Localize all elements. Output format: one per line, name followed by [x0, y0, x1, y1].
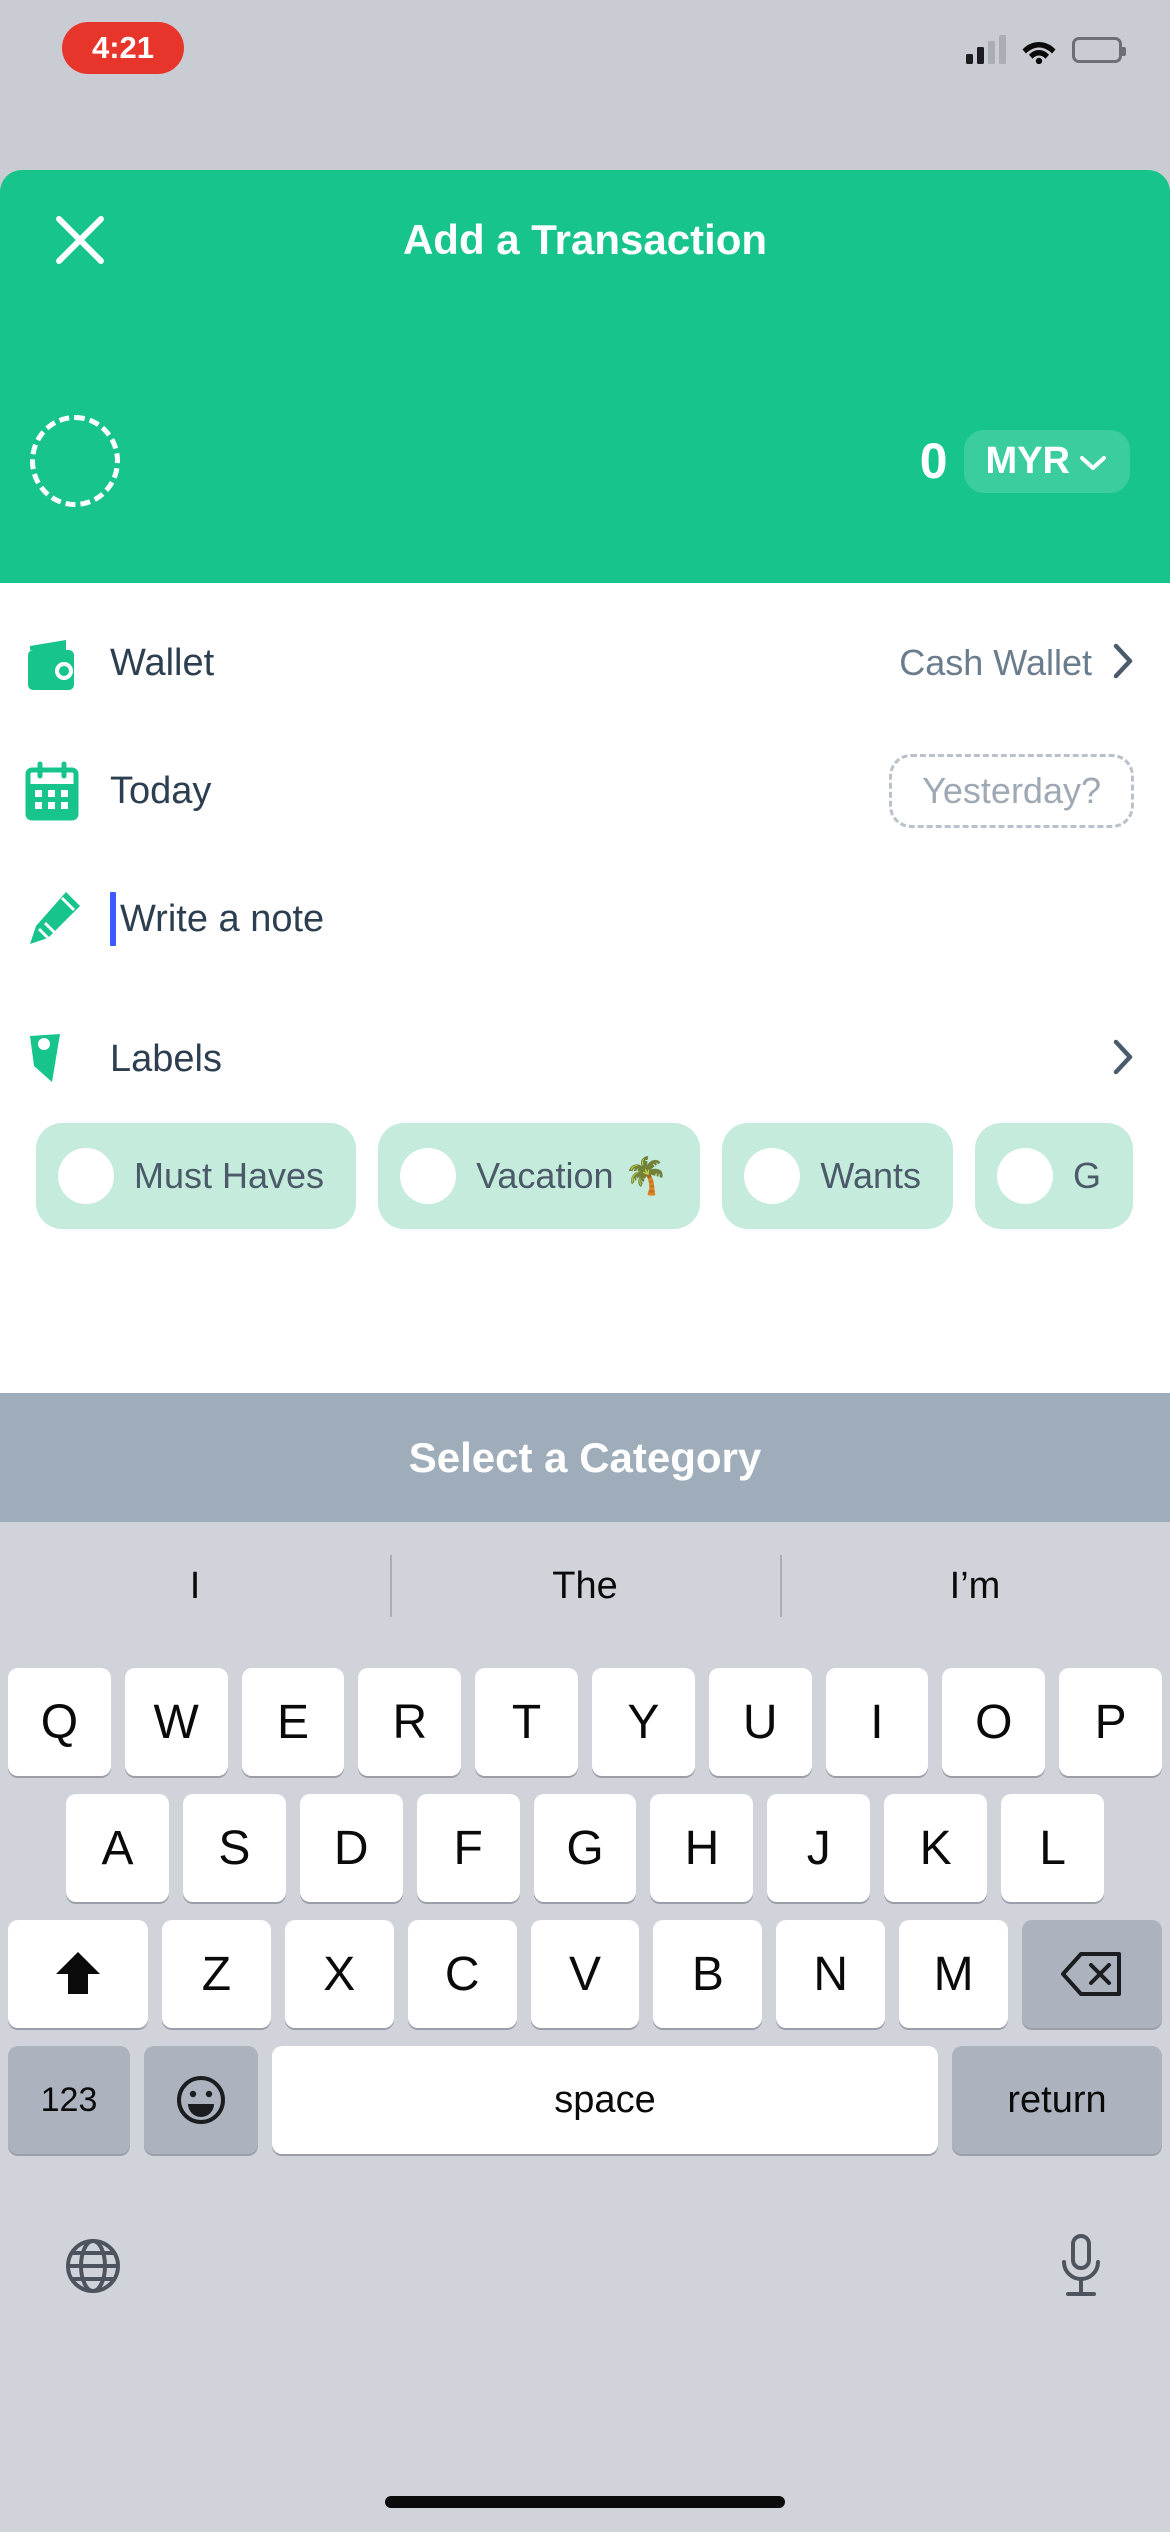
label-chip-text: Wants [820, 1155, 922, 1196]
space-key[interactable]: space [272, 2046, 938, 2154]
label-chip[interactable]: G [975, 1123, 1134, 1229]
key-u[interactable]: U [708, 1668, 812, 1776]
backspace-icon[interactable] [1022, 1920, 1163, 2028]
date-label: Today [110, 769, 212, 812]
key-q[interactable]: Q [8, 1668, 111, 1776]
keyboard-bottom-bar [0, 2178, 1170, 2358]
amount-value[interactable]: 0 [920, 432, 948, 490]
page-title: Add a Transaction [402, 216, 768, 263]
status-bar: 4:21 [0, 0, 1170, 170]
label-chip[interactable]: Vacation 🌴 [378, 1123, 701, 1229]
labels-chevron-group[interactable] [1112, 1038, 1134, 1081]
label-color-dot [997, 1148, 1054, 1204]
labels-row[interactable]: Labels [0, 999, 1170, 1119]
text-cursor [110, 892, 116, 946]
prediction-1[interactable]: The [390, 1565, 780, 1608]
key-b[interactable]: B [653, 1920, 763, 2028]
key-t[interactable]: T [475, 1668, 578, 1776]
shift-arrow-icon[interactable] [8, 1920, 148, 2028]
emoji-smiley-icon[interactable] [144, 2046, 258, 2154]
label-color-dot [744, 1148, 801, 1204]
note-row[interactable]: Write a note [0, 859, 1170, 979]
status-bar-indicators [966, 28, 1126, 72]
label-chip[interactable]: Wants [722, 1123, 954, 1229]
label-chip-text: Vacation 🌴 [476, 1155, 669, 1196]
key-m[interactable]: M [899, 1920, 1009, 2028]
wallet-icon [0, 630, 110, 696]
microphone-icon[interactable] [1054, 2232, 1108, 2305]
key-c[interactable]: C [407, 1920, 517, 2028]
key-p[interactable]: P [1059, 1668, 1162, 1776]
pencil-icon [0, 886, 110, 952]
wallet-value: Cash Wallet [899, 642, 1092, 683]
wallet-label: Wallet [110, 641, 215, 684]
label-color-dot [400, 1148, 457, 1204]
currency-code: MYR [985, 439, 1070, 482]
key-z[interactable]: Z [162, 1920, 271, 2028]
phone-screen: 4:21 Add a Transaction 0 MYR Wallet Cash… [0, 0, 1170, 2532]
keyboard-row-1: Q W E R T Y U I O P [8, 1668, 1162, 1776]
label-chip-text: Must Haves [134, 1155, 325, 1196]
key-y[interactable]: Y [591, 1668, 695, 1776]
return-key[interactable]: return [952, 2046, 1162, 2154]
key-e[interactable]: E [241, 1668, 345, 1776]
key-l[interactable]: L [1001, 1794, 1105, 1902]
key-k[interactable]: K [884, 1794, 988, 1902]
currency-selector[interactable]: MYR [963, 429, 1130, 493]
prediction-0[interactable]: I [0, 1565, 390, 1608]
select-category-bar[interactable]: Select a Category [0, 1393, 1170, 1522]
calendar-icon [0, 758, 110, 824]
status-bar-time: 4:21 [91, 30, 155, 65]
key-i[interactable]: I [825, 1668, 929, 1776]
status-bar-time-pill[interactable]: 4:21 [62, 22, 184, 74]
home-indicator[interactable] [385, 2496, 785, 2508]
predictive-text-bar: I The I’m [0, 1522, 1170, 1650]
label-chip-text: G [1073, 1155, 1102, 1196]
key-w[interactable]: W [124, 1668, 228, 1776]
yesterday-suggestion-button[interactable]: Yesterday? [889, 754, 1134, 828]
date-row[interactable]: Today Yesterday? [0, 731, 1170, 851]
cellular-signal-icon [966, 35, 1006, 64]
transaction-form: Wallet Cash Wallet Today Yesterday? Writ… [0, 583, 1170, 1393]
key-x[interactable]: X [284, 1920, 394, 2028]
wallet-row[interactable]: Wallet Cash Wallet [0, 603, 1170, 723]
key-a[interactable]: A [66, 1794, 169, 1902]
key-s[interactable]: S [182, 1794, 286, 1902]
key-h[interactable]: H [650, 1794, 754, 1902]
key-f[interactable]: F [416, 1794, 520, 1902]
prediction-2[interactable]: I’m [780, 1565, 1170, 1608]
chevron-right-icon [1112, 642, 1134, 685]
numeric-key[interactable]: 123 [8, 2046, 130, 2154]
select-category-label: Select a Category [408, 1433, 762, 1481]
chevron-down-icon [1078, 440, 1108, 483]
on-screen-keyboard: I The I’m Q W E R T Y U I O P A S D F G … [0, 1522, 1170, 2532]
globe-icon[interactable] [62, 2235, 124, 2302]
date-suggestion-group[interactable]: Yesterday? [889, 754, 1134, 828]
keyboard-row-3: Z X C V B N M [8, 1920, 1163, 2028]
tag-icon [0, 1026, 110, 1092]
amount-entry: 0 MYR [920, 428, 1130, 494]
label-chip-list[interactable]: Must Haves Vacation 🌴 Wants G [0, 1123, 1170, 1263]
note-input[interactable]: Write a note [110, 892, 324, 946]
note-placeholder: Write a note [120, 897, 325, 940]
key-r[interactable]: R [358, 1668, 462, 1776]
wifi-icon [1021, 36, 1057, 64]
key-d[interactable]: D [299, 1794, 403, 1902]
key-n[interactable]: N [776, 1920, 886, 2028]
battery-low-icon [1072, 37, 1126, 63]
wallet-value-group[interactable]: Cash Wallet [899, 642, 1134, 685]
keyboard-row-2: A S D F G H J K L [66, 1794, 1105, 1902]
label-chip[interactable]: Must Haves [36, 1123, 357, 1229]
key-v[interactable]: V [530, 1920, 640, 2028]
keyboard-row-4: 123 space return [8, 2046, 1162, 2154]
key-g[interactable]: G [533, 1794, 637, 1902]
amount-entry-area: 0 MYR [0, 360, 1170, 583]
transaction-header: Add a Transaction 0 MYR [0, 170, 1170, 583]
chevron-right-icon [1112, 1038, 1134, 1081]
labels-label: Labels [110, 1037, 222, 1080]
dashed-circle-icon[interactable] [30, 415, 120, 507]
key-o[interactable]: O [942, 1668, 1046, 1776]
label-color-dot [58, 1148, 114, 1204]
key-j[interactable]: J [767, 1794, 871, 1902]
